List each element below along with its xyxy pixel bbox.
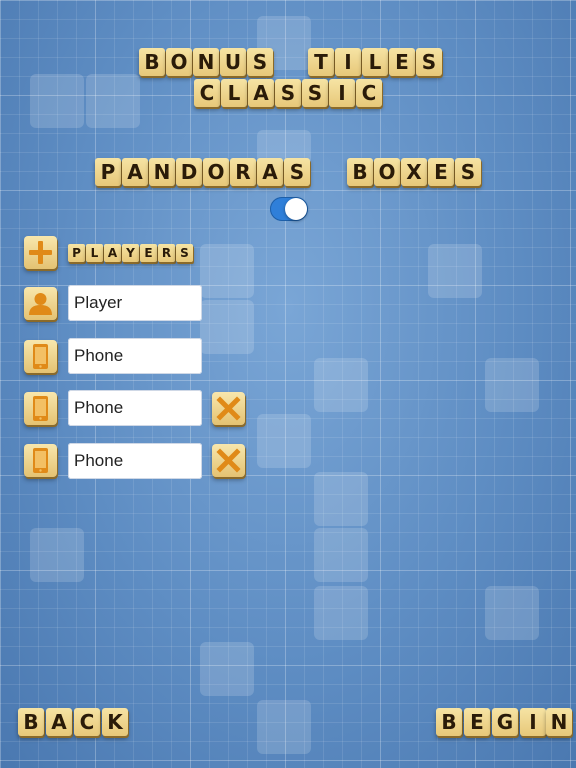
begin-letter[interactable]: E <box>464 708 490 736</box>
background-square <box>314 472 368 526</box>
begin-letter[interactable]: N <box>546 708 572 736</box>
background-square <box>257 414 311 468</box>
mode-letter: O <box>203 158 229 186</box>
mode-toggle[interactable] <box>270 197 308 221</box>
player-type-button[interactable] <box>24 392 57 425</box>
title-letter: O <box>166 48 192 76</box>
player-name-field[interactable]: Player <box>68 285 202 321</box>
close-icon <box>216 448 241 473</box>
subtitle-letter: S <box>302 79 328 107</box>
title-letter: N <box>193 48 219 76</box>
player-type-button[interactable] <box>24 287 57 320</box>
mode-letter: A <box>257 158 283 186</box>
begin-letter[interactable]: I <box>520 708 546 736</box>
background-square <box>314 528 368 582</box>
player-name-field[interactable]: Phone <box>68 338 202 374</box>
subtitle-letter: L <box>221 79 247 107</box>
background-square <box>257 700 311 754</box>
background-square <box>200 300 254 354</box>
phone-icon <box>33 448 48 473</box>
subtitle-letter: C <box>356 79 382 107</box>
close-icon <box>216 396 241 421</box>
subtitle-letter: C <box>194 79 220 107</box>
begin-letter[interactable]: G <box>492 708 518 736</box>
title-letter: S <box>247 48 273 76</box>
background-square <box>485 358 539 412</box>
title-letter: S <box>416 48 442 76</box>
mode-letter: R <box>230 158 256 186</box>
mode-letter: D <box>176 158 202 186</box>
background-square <box>200 244 254 298</box>
subtitle-letter: A <box>248 79 274 107</box>
players-letter: E <box>140 244 157 262</box>
remove-player-button[interactable] <box>212 392 245 425</box>
player-name-field[interactable]: Phone <box>68 390 202 426</box>
mode-letter: E <box>428 158 454 186</box>
title-letter: U <box>220 48 246 76</box>
players-letter: Y <box>122 244 139 262</box>
begin-letter[interactable]: B <box>436 708 462 736</box>
title-letter: B <box>139 48 165 76</box>
mode-letter: S <box>284 158 310 186</box>
players-letter: L <box>86 244 103 262</box>
mode-letter: X <box>401 158 427 186</box>
players-letter: R <box>158 244 175 262</box>
add-player-button[interactable] <box>24 236 57 269</box>
background-square <box>30 74 84 128</box>
background-square <box>200 642 254 696</box>
phone-icon <box>33 344 48 369</box>
mode-letter: S <box>455 158 481 186</box>
player-type-button[interactable] <box>24 340 57 373</box>
back-letter[interactable]: A <box>46 708 72 736</box>
back-letter[interactable]: K <box>102 708 128 736</box>
background-square <box>314 358 368 412</box>
background-square <box>30 528 84 582</box>
background-square <box>86 74 140 128</box>
mode-letter: A <box>122 158 148 186</box>
mode-letter: B <box>347 158 373 186</box>
players-letter: P <box>68 244 85 262</box>
mode-letter: O <box>374 158 400 186</box>
title-letter: T <box>308 48 334 76</box>
subtitle-letter: S <box>275 79 301 107</box>
plus-icon <box>29 241 52 264</box>
player-type-button[interactable] <box>24 444 57 477</box>
phone-icon <box>33 396 48 421</box>
background-square <box>314 586 368 640</box>
toggle-knob <box>285 198 307 220</box>
subtitle-letter: I <box>329 79 355 107</box>
mode-letter: P <box>95 158 121 186</box>
player-name-field[interactable]: Phone <box>68 443 202 479</box>
players-letter: A <box>104 244 121 262</box>
back-letter[interactable]: C <box>74 708 100 736</box>
back-letter[interactable]: B <box>18 708 44 736</box>
mode-letter: N <box>149 158 175 186</box>
remove-player-button[interactable] <box>212 444 245 477</box>
title-letter: I <box>335 48 361 76</box>
title-letter: E <box>389 48 415 76</box>
background-square <box>485 586 539 640</box>
players-letter: S <box>176 244 193 262</box>
background-square <box>428 244 482 298</box>
title-letter: L <box>362 48 388 76</box>
person-icon <box>29 293 52 315</box>
